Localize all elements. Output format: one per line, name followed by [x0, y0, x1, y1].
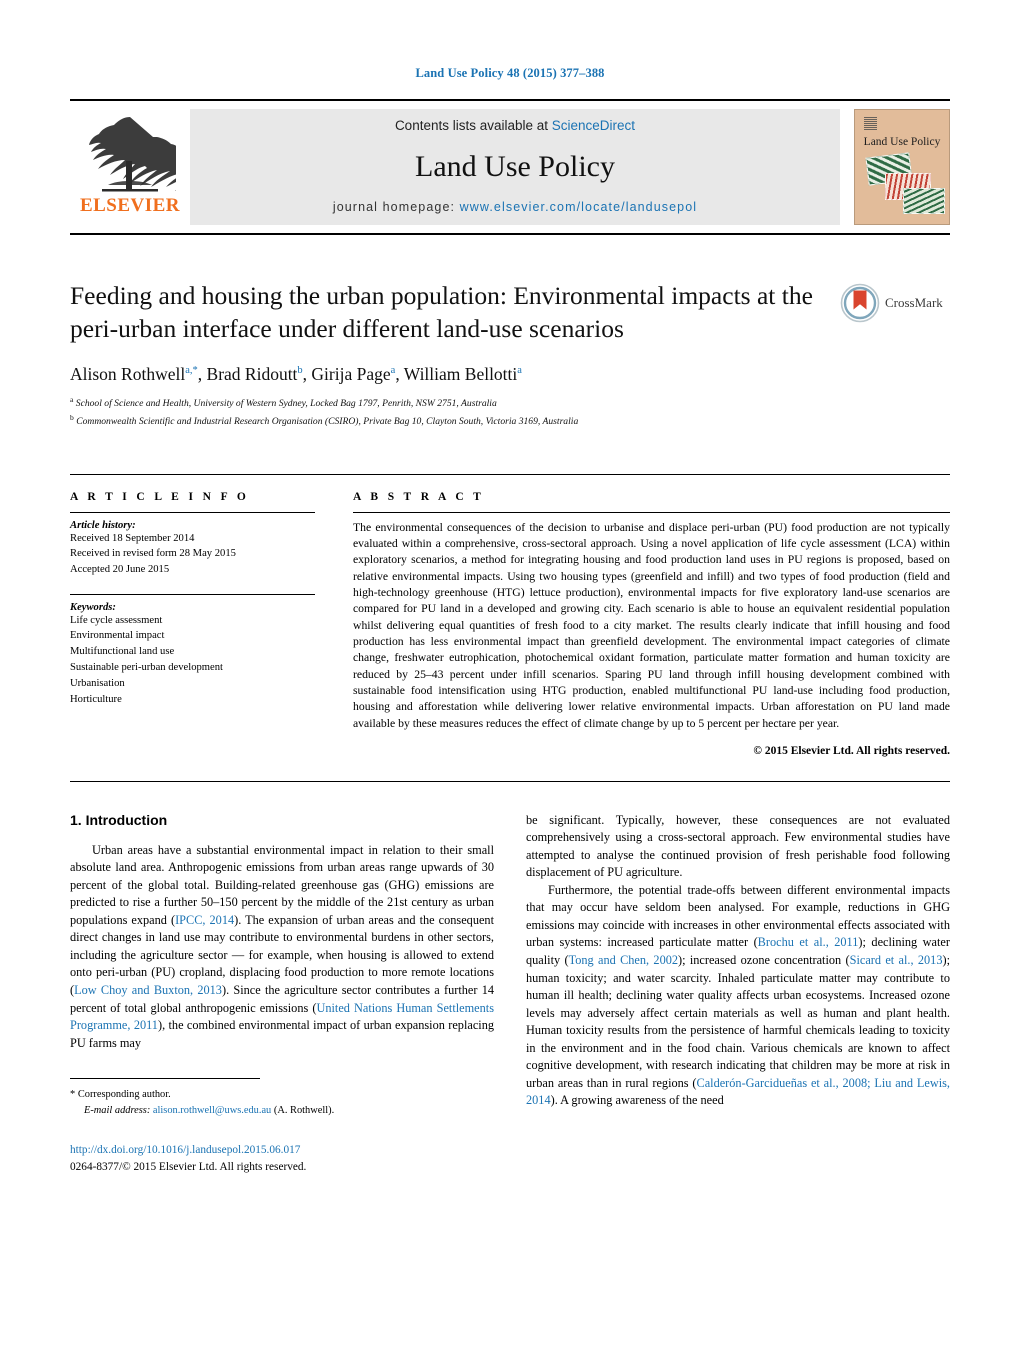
affiliation-b: b Commonwealth Scientific and Industrial… [70, 412, 950, 430]
keyword-item: Urbanisation [70, 678, 125, 690]
masthead-center: Contents lists available at ScienceDirec… [190, 109, 840, 225]
copyright-line: © 2015 Elsevier Ltd. All rights reserved… [753, 744, 950, 757]
history-revised: Received in revised form 28 May 2015 [70, 548, 236, 560]
article-info-heading: A R T I C L E I N F O [70, 490, 250, 503]
body-paragraph: Urban areas have a substantial environme… [70, 842, 495, 1050]
crossmark-badge[interactable]: CrossMark [840, 281, 950, 325]
abstract-column: A B S T R A C T The environmental conseq… [353, 475, 950, 757]
body-paragraph: be significant. Typically, however, thes… [526, 812, 950, 880]
cover-publisher-icon [864, 117, 877, 130]
affiliation-a: a School of Science and Health, Universi… [70, 394, 950, 412]
footnote-block: * Corresponding author. E-mail address: … [70, 1078, 334, 1119]
journal-masthead: ELSEVIER Contents lists available at Sci… [70, 99, 950, 235]
divider [70, 593, 315, 595]
cover-photo-3 [903, 188, 945, 214]
corresponding-author-note: * Corresponding author. [70, 1087, 260, 1103]
divider [353, 511, 950, 513]
homepage-prefix: journal homepage: [332, 200, 460, 214]
section-heading-introduction: 1. Introduction [70, 811, 168, 828]
affiliation-marker-a: a [70, 395, 74, 405]
info-abstract-block: A R T I C L E I N F O Article history: R… [70, 473, 950, 757]
body-paragraph: Furthermore, the potential trade-offs be… [526, 882, 950, 1108]
issn-copyright-line: 0264-8377/© 2015 Elsevier Ltd. All right… [70, 1160, 307, 1173]
keywords-label: Keywords: [70, 601, 116, 613]
affiliation-text-b: Commonwealth Scientific and Industrial R… [76, 416, 579, 428]
cover-title: Land Use Policy [863, 136, 941, 148]
journal-homepage-line: journal homepage: www.elsevier.com/locat… [333, 200, 697, 214]
email-link[interactable]: alison.rothwell@uws.edu.au [153, 1105, 271, 1116]
author-list: Alison Rothwella,*, Brad Ridouttb, Girij… [70, 364, 522, 385]
doi-block: http://dx.doi.org/10.1016/j.landusepol.2… [70, 1142, 494, 1175]
affiliation-marker-b: b [70, 413, 74, 423]
crossmark-label: CrossMark [885, 295, 943, 310]
journal-cover-thumbnail[interactable]: Land Use Policy [854, 109, 950, 225]
affiliation-text-a: School of Science and Health, University… [75, 398, 497, 410]
title-block: Feeding and housing the urban population… [70, 279, 950, 430]
article-page: Land Use Policy 48 (2015) 377–388 ELSEVI… [0, 0, 1020, 1351]
divider [70, 511, 315, 513]
elsevier-tree-icon [89, 117, 176, 192]
body-columns: 1. Introduction Urban areas have a subst… [70, 780, 950, 1175]
keyword-item: Horticulture [70, 693, 122, 705]
email-note: E-mail address: alison.rothwell@uws.edu.… [70, 1103, 334, 1119]
keyword-item: Life cycle assessment [70, 614, 163, 626]
running-head: Land Use Policy 48 (2015) 377–388 [415, 66, 605, 80]
elsevier-logo: ELSEVIER [70, 101, 190, 233]
doi-link[interactable]: http://dx.doi.org/10.1016/j.landusepol.2… [70, 1142, 494, 1158]
corresponding-text: Corresponding author. [77, 1089, 171, 1101]
affiliation-list: a School of Science and Health, Universi… [70, 394, 950, 430]
article-info-column: A R T I C L E I N F O Article history: R… [70, 475, 315, 757]
page-title: Feeding and housing the urban population… [70, 281, 813, 344]
corresponding-marker: * [70, 1089, 76, 1101]
keyword-item: Sustainable peri-urban development [70, 662, 223, 674]
body-right-column: be significant. Typically, however, thes… [526, 812, 950, 1175]
homepage-url-link[interactable]: www.elsevier.com/locate/landusepol [460, 200, 698, 214]
journal-title: Land Use Policy [415, 149, 615, 183]
abstract-heading: A B S T R A C T [353, 490, 485, 503]
body-left-column: 1. Introduction Urban areas have a subst… [70, 812, 494, 1175]
history-accepted: Accepted 20 June 2015 [70, 563, 170, 575]
email-label: E-mail address: [84, 1104, 151, 1116]
abstract-text: The environmental consequences of the de… [353, 520, 950, 730]
contents-prefix: Contents lists available at [394, 118, 552, 133]
sciencedirect-link[interactable]: ScienceDirect [552, 118, 635, 133]
article-history-label: Article history: [70, 519, 136, 531]
crossmark-icon [840, 283, 880, 323]
keyword-item: Multifunctional land use [70, 646, 175, 658]
keyword-item: Environmental impact [70, 630, 165, 642]
email-suffix: (A. Rothwell). [273, 1104, 335, 1116]
history-received: Received 18 September 2014 [70, 532, 195, 544]
elsevier-wordmark: ELSEVIER [79, 195, 181, 216]
contents-line: Contents lists available at ScienceDirec… [395, 118, 635, 133]
